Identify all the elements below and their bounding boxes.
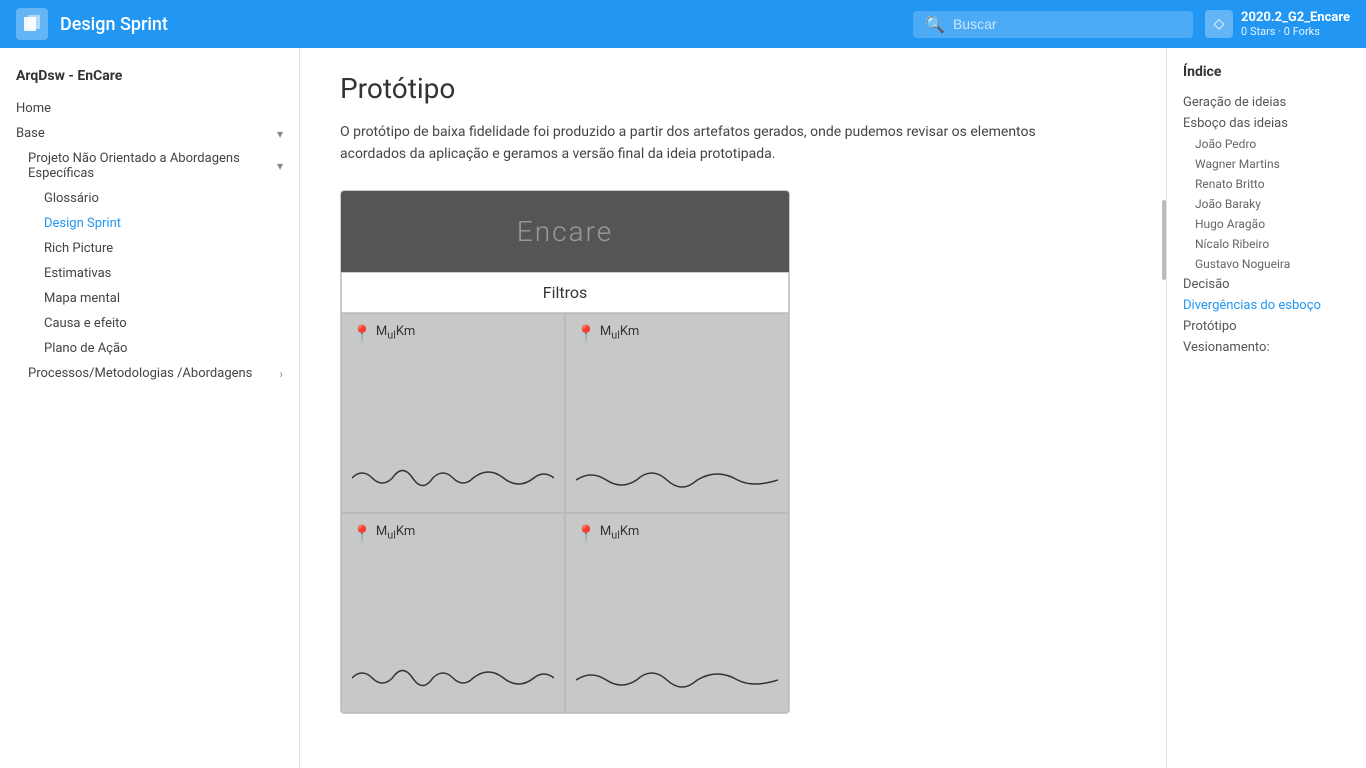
index-title: Índice bbox=[1183, 64, 1350, 80]
index-joao-pedro[interactable]: João Pedro bbox=[1183, 134, 1350, 154]
proto-card-1-wave bbox=[352, 458, 554, 502]
sidebar-label-causa-efeito: Causa e efeito bbox=[44, 316, 283, 331]
main-content: Protótipo O protótipo de baixa fidelidad… bbox=[300, 48, 1166, 768]
proto-card-3[interactable]: 📍 MulKm bbox=[341, 513, 565, 713]
index-wagner-martins[interactable]: Wagner Martins bbox=[1183, 154, 1350, 174]
proto-card-1-header: 📍 MulKm bbox=[352, 324, 554, 343]
chevron-down-icon: ▾ bbox=[277, 159, 283, 173]
app-title: Design Sprint bbox=[60, 14, 901, 35]
proto-card-4-label: MulKm bbox=[600, 524, 639, 542]
repo-name: 2020.2_G2_Encare bbox=[1241, 10, 1350, 25]
top-navigation: Design Sprint 🔍 ◇ 2020.2_G2_Encare 0 Sta… bbox=[0, 0, 1366, 48]
sidebar-label-projeto: Projeto Não Orientado a Abordagens Espec… bbox=[28, 151, 273, 181]
scroll-indicator[interactable] bbox=[1162, 200, 1166, 280]
proto-card-1[interactable]: 📍 MulKm bbox=[341, 313, 565, 513]
index-nicalo-ribeiro[interactable]: Nícalo Ribeiro bbox=[1183, 234, 1350, 254]
repo-details: 2020.2_G2_Encare 0 Stars · 0 Forks bbox=[1241, 10, 1350, 38]
chevron-down-icon: ▾ bbox=[277, 127, 283, 141]
proto-card-3-wave bbox=[352, 658, 554, 702]
sidebar-item-rich-picture[interactable]: Rich Picture bbox=[0, 236, 299, 261]
proto-cards-grid: 📍 MulKm 📍 MulKm bbox=[341, 313, 789, 713]
proto-card-2-wave bbox=[576, 458, 778, 502]
sidebar-label-mapa-mental: Mapa mental bbox=[44, 291, 283, 306]
index-prototipo[interactable]: Protótipo bbox=[1183, 316, 1350, 337]
sidebar-label-home: Home bbox=[16, 101, 283, 116]
search-icon: 🔍 bbox=[925, 15, 945, 34]
proto-card-1-label: MulKm bbox=[376, 324, 415, 342]
index-esboco-ideias[interactable]: Esboço das ideias bbox=[1183, 113, 1350, 134]
project-title: ArqDsw - EnCare bbox=[0, 64, 299, 96]
filter-label: Filtros bbox=[543, 283, 588, 302]
sidebar-item-plano-acao[interactable]: Plano de Ação bbox=[0, 336, 299, 361]
sidebar-item-home[interactable]: Home bbox=[0, 96, 299, 121]
sidebar-label-rich-picture: Rich Picture bbox=[44, 241, 283, 256]
chevron-right-icon: › bbox=[279, 367, 283, 381]
page-layout: ArqDsw - EnCare Home Base ▾ Projeto Não … bbox=[0, 48, 1366, 768]
sidebar: ArqDsw - EnCare Home Base ▾ Projeto Não … bbox=[0, 48, 300, 768]
sidebar-item-causa-efeito[interactable]: Causa e efeito bbox=[0, 311, 299, 336]
location-pin-icon: 📍 bbox=[576, 524, 596, 543]
proto-card-2-header: 📍 MulKm bbox=[576, 324, 778, 343]
sidebar-item-mapa-mental[interactable]: Mapa mental bbox=[0, 286, 299, 311]
proto-card-3-label: MulKm bbox=[376, 524, 415, 542]
location-pin-icon: 📍 bbox=[576, 324, 596, 343]
sidebar-label-glossario: Glossário bbox=[44, 191, 283, 206]
sidebar-item-processos[interactable]: Processos/Metodologias /Abordagens › bbox=[0, 361, 299, 386]
logo-icon[interactable] bbox=[16, 8, 48, 40]
index-vesionamento[interactable]: Vesionamento: bbox=[1183, 337, 1350, 358]
index-divergencias[interactable]: Divergências do esboço bbox=[1183, 295, 1350, 316]
sidebar-item-glossario[interactable]: Glossário bbox=[0, 186, 299, 211]
sidebar-item-projeto-nao-orientado[interactable]: Projeto Não Orientado a Abordagens Espec… bbox=[0, 146, 299, 186]
right-index-panel: Índice Geração de ideias Esboço das idei… bbox=[1166, 48, 1366, 768]
index-joao-baraky[interactable]: João Baraky bbox=[1183, 194, 1350, 214]
repo-icon: ◇ bbox=[1205, 10, 1233, 38]
proto-card-4-wave bbox=[576, 658, 778, 702]
proto-card-2[interactable]: 📍 MulKm bbox=[565, 313, 789, 513]
sidebar-label-estimativas: Estimativas bbox=[44, 266, 283, 281]
index-gustavo-nogueira[interactable]: Gustavo Nogueira bbox=[1183, 254, 1350, 274]
search-input[interactable] bbox=[953, 16, 1181, 32]
index-decisao[interactable]: Decisão bbox=[1183, 274, 1350, 295]
page-title: Protótipo bbox=[340, 72, 1126, 105]
prototype-mockup: Encare Filtros 📍 MulKm bbox=[340, 190, 790, 714]
index-renato-britto[interactable]: Renato Britto bbox=[1183, 174, 1350, 194]
index-hugo-aragao[interactable]: Hugo Aragão bbox=[1183, 214, 1350, 234]
sidebar-label-base: Base bbox=[16, 126, 273, 141]
page-description: O protótipo de baixa fidelidade foi prod… bbox=[340, 121, 1040, 166]
location-pin-icon: 📍 bbox=[352, 524, 372, 543]
sidebar-label-design-sprint: Design Sprint bbox=[44, 216, 283, 231]
proto-filter-bar[interactable]: Filtros bbox=[341, 272, 789, 313]
proto-card-2-label: MulKm bbox=[600, 324, 639, 342]
proto-card-3-header: 📍 MulKm bbox=[352, 524, 554, 543]
search-bar[interactable]: 🔍 bbox=[913, 11, 1193, 38]
index-geracao-ideias[interactable]: Geração de ideias bbox=[1183, 92, 1350, 113]
sidebar-label-processos: Processos/Metodologias /Abordagens bbox=[28, 366, 275, 381]
repo-stats: 0 Stars · 0 Forks bbox=[1241, 25, 1350, 38]
proto-card-4-header: 📍 MulKm bbox=[576, 524, 778, 543]
location-pin-icon: 📍 bbox=[352, 324, 372, 343]
proto-app-name: Encare bbox=[341, 191, 789, 272]
proto-card-4[interactable]: 📍 MulKm bbox=[565, 513, 789, 713]
sidebar-item-design-sprint[interactable]: Design Sprint bbox=[0, 211, 299, 236]
sidebar-label-plano-acao: Plano de Ação bbox=[44, 341, 283, 356]
sidebar-item-estimativas[interactable]: Estimativas bbox=[0, 261, 299, 286]
sidebar-item-base[interactable]: Base ▾ bbox=[0, 121, 299, 146]
repo-info: ◇ 2020.2_G2_Encare 0 Stars · 0 Forks bbox=[1205, 10, 1350, 38]
